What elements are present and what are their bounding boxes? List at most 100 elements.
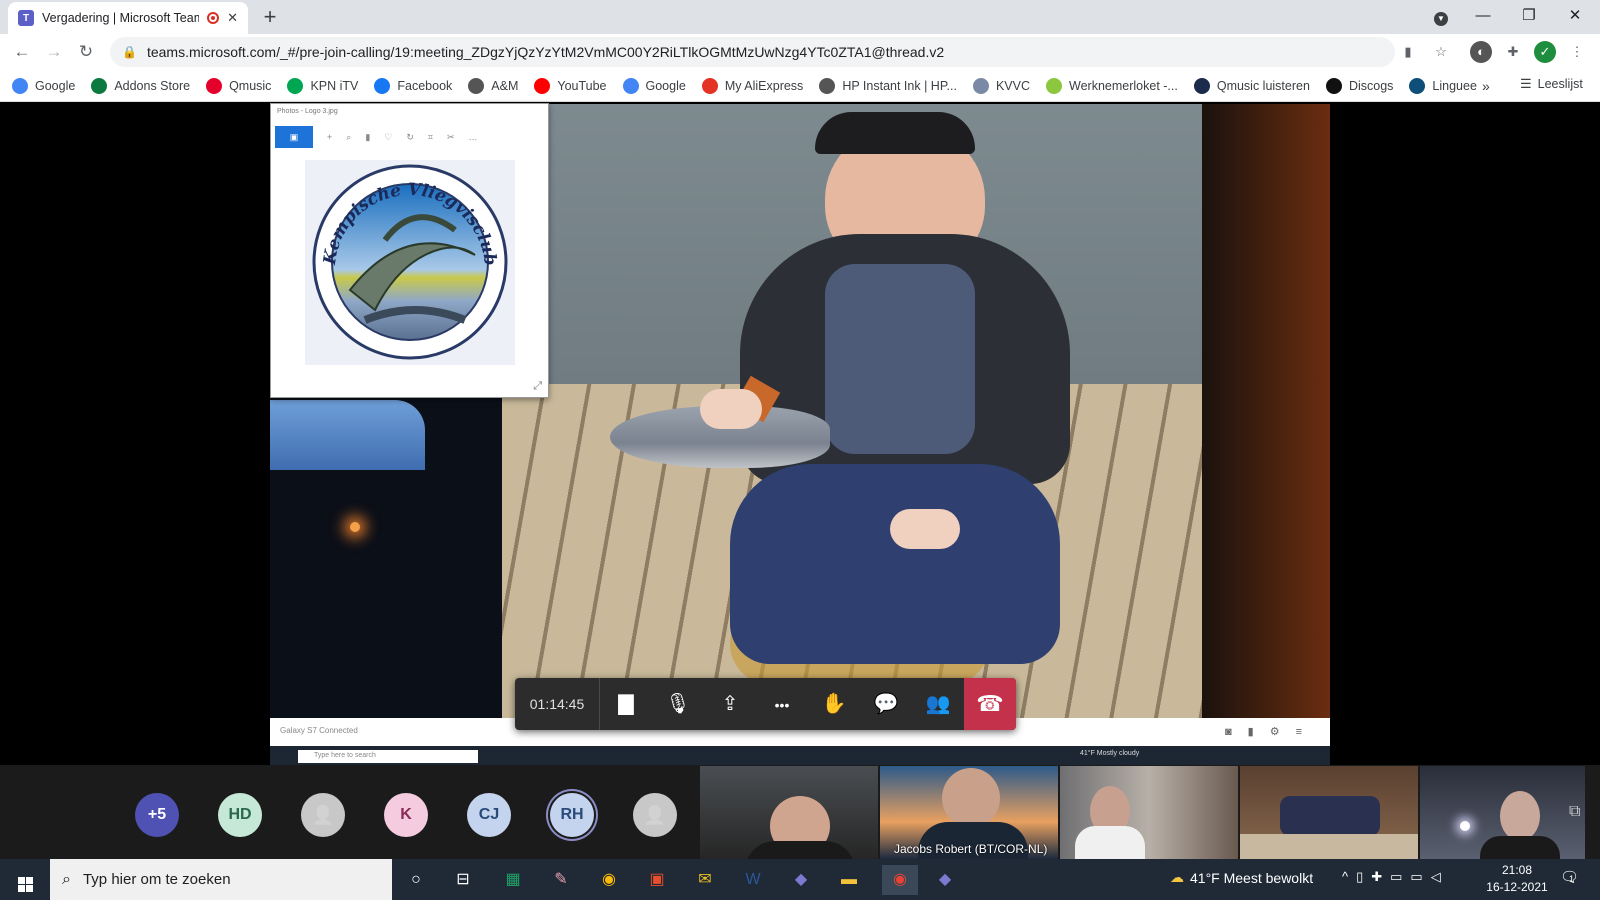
club-logo-image: Kempische Vliegvisclub [305,160,515,365]
bookmark-star-icon[interactable]: ☆ [1430,41,1452,63]
bookmark-item[interactable]: Qmusic luisteren [1193,77,1310,94]
bookmark-label: Qmusic [229,78,272,93]
minimize-button[interactable]: — [1460,0,1506,32]
participant-avatar[interactable]: HD [218,793,262,837]
reload-button[interactable]: ↻ [72,39,100,65]
cortana-icon: ○ [411,871,421,888]
video-tile-3[interactable] [1060,766,1238,859]
taskbar-app-3[interactable]: ◆ [930,865,960,895]
shield-icon[interactable]: ✓ [1534,41,1556,63]
bookmark-item[interactable]: KPN iTV [287,77,359,94]
close-tab-icon[interactable]: ✕ [227,10,238,26]
restore-button[interactable]: ❐ [1506,0,1552,32]
bookmark-item[interactable]: Werknemerloket -... [1046,77,1178,94]
bookmark-item[interactable]: HP Instant Ink | HP... [819,77,957,94]
taskbar-file-explorer[interactable]: ▬ [834,865,864,895]
windows-start-button[interactable] [10,865,40,895]
notification-count: 1 [1569,874,1575,884]
bookmark-item[interactable]: A&M [468,77,519,94]
menu-kebab-icon[interactable]: ⋮ [1568,41,1586,63]
more-icon: ••• [774,697,790,713]
bookmark-label: A&M [491,78,519,93]
more-actions-button[interactable]: ••• [756,678,808,730]
bookmark-label: Google [645,78,686,93]
taskbar-excel[interactable]: ▦ [498,865,528,895]
bookmark-label: Werknemerloket -... [1069,78,1178,93]
cortana-button[interactable]: ○ [401,865,431,895]
taskbar-mail[interactable]: ✉ [690,865,720,895]
reading-list-icon: ☰ [1520,76,1532,91]
taskbar-paint[interactable]: ✎ [546,865,576,895]
video-tile-2[interactable]: Jacobs Robert (BT/COR-NL) [880,766,1058,859]
delete-icon: ▮ [365,131,371,142]
photos-toolbar: ▣ + ⌕ ▮ ♡ ↻ ⌗ ✂ … [271,126,548,148]
bookmark-item[interactable]: Google [12,77,75,94]
participant-avatar[interactable]: 👤 [301,793,345,837]
video-tile-4[interactable] [1240,766,1418,859]
notifications-button[interactable]: 🗨 1 [1560,868,1579,886]
bookmark-item[interactable]: Linguee [1409,77,1477,94]
forward-button[interactable]: → [40,39,68,65]
participant-avatar[interactable]: RH [550,793,594,837]
taskbar-chrome[interactable]: ◉ [594,865,624,895]
new-tab-button[interactable]: + [258,5,282,29]
participant-avatar[interactable]: K [384,793,428,837]
tab-teams-meeting[interactable]: T Vergadering | Microsoft Teams ✕ [8,2,248,34]
expand-icon: ⤢ [533,380,542,392]
bookmark-label: KPN iTV [310,78,359,93]
participants-button[interactable]: 👥 [912,678,964,730]
people-icon: 👥 [925,693,951,715]
bookmark-item[interactable]: Facebook [374,77,452,94]
taskbar-chrome-active[interactable]: ◉ [882,865,918,895]
video-camera-icon: ▇ [618,693,634,715]
reading-list-button[interactable]: ☰ Leeslijst [1520,76,1583,92]
participant-avatar[interactable]: 👤 [633,793,677,837]
participant-avatar[interactable]: +5 [135,793,179,837]
werknemerloket-icon [1046,77,1063,94]
pop-out-icon[interactable]: ⧉ [1569,803,1580,821]
bookmark-item[interactable]: Discogs [1325,77,1393,94]
club-logo-emblem: Kempische Vliegvisclub [312,164,508,360]
bookmark-item[interactable]: Qmusic [206,77,272,94]
extension-icon[interactable]: ◐ [1470,41,1492,63]
system-tray-icons[interactable]: ^▯✚▭▭◁ [1342,869,1449,885]
bookmarks-overflow-button[interactable]: » [1482,78,1490,94]
taskbar-app[interactable]: ▣ [642,865,672,895]
bookmark-item[interactable]: Google [622,77,686,94]
video-tile-5[interactable] [1420,766,1585,859]
chat-button[interactable]: 💬 [860,678,912,730]
share-screen-icon: ⇪ [721,693,739,715]
camera-button[interactable]: ▇ [600,678,652,730]
taskbar-app-2[interactable]: ◆ [786,865,816,895]
taskbar-clock[interactable]: 21:08 16-12-2021 [1482,862,1552,896]
raise-hand-button[interactable]: ✋ [808,678,860,730]
lock-icon[interactable]: 🔒 [122,45,137,59]
back-button[interactable]: ← [8,39,36,65]
bookmark-item[interactable]: KVVC [972,77,1030,94]
shared-weather: 41°F Mostly cloudy [1080,750,1140,757]
video-tile-1[interactable] [700,766,878,859]
browser-toolbar: ← → ↻ 🔒 teams.microsoft.com/_#/pre-join-… [0,34,1600,70]
address-bar[interactable]: 🔒 teams.microsoft.com/_#/pre-join-callin… [110,37,1395,67]
camera-indicator-icon[interactable]: ▮ [1397,41,1419,63]
mic-button[interactable]: 🎙 [652,678,704,730]
close-window-button[interactable]: ✕ [1552,0,1598,32]
photos-title: Photos - Logo 3.jpg [277,108,338,115]
extensions-puzzle-icon[interactable]: ✚ [1502,41,1524,63]
hang-up-button[interactable]: ☎ [964,678,1016,730]
avatar-initials: K [400,806,412,823]
shared-desktop-taskbar: Type here to search 41°F Mostly cloudy [270,746,1330,765]
taskbar-word[interactable]: W [738,865,768,895]
bookmark-item[interactable]: YouTube [534,77,607,94]
qmusic-icon [1193,77,1210,94]
share-button[interactable]: ⇪ [704,678,756,730]
bookmark-item[interactable]: My AliExpress [701,77,803,94]
task-view-button[interactable]: ⊟ [448,865,478,895]
cloud-sun-icon: ☁ [1170,869,1184,885]
participant-avatar[interactable]: CJ [467,793,511,837]
tab-search-button[interactable]: ▼ [1418,1,1464,33]
bookmark-item[interactable]: Addons Store [91,77,190,94]
taskbar-search-box[interactable]: ⌕ Typ hier om te zoeken [50,859,392,900]
avatar-initials: CJ [478,806,500,823]
weather-widget[interactable]: ☁ 41°F Meest bewolkt [1170,869,1313,886]
